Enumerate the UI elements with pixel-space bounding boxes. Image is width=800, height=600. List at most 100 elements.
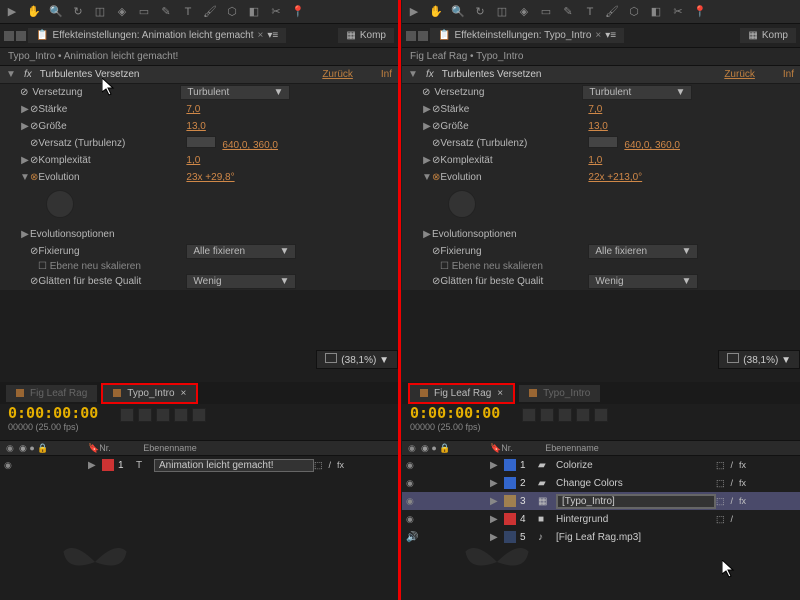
twirl-icon[interactable]: ▶ [20, 104, 30, 115]
close-icon[interactable]: × [497, 388, 503, 399]
timeline-tab-figleaf[interactable]: Fig Leaf Rag × [408, 383, 515, 404]
anchor-tool[interactable]: ◈ [516, 4, 532, 20]
label-color[interactable] [102, 459, 114, 471]
tl-icon[interactable] [558, 408, 572, 422]
twirl-icon[interactable]: ▶ [20, 121, 30, 132]
tl-icon[interactable] [138, 408, 152, 422]
close-icon[interactable]: × [258, 30, 264, 41]
stopwatch-icon[interactable]: ⊘ [30, 155, 38, 166]
stopwatch-icon[interactable]: ⊘ [422, 87, 430, 98]
zoom-tool[interactable]: 🔍 [450, 4, 466, 20]
fx-icon[interactable]: fx [426, 69, 434, 80]
stamp-tool[interactable]: ⬡ [224, 4, 240, 20]
effect-header[interactable]: ▼fx Turbulentes Versetzen Zurück Inf [402, 66, 800, 84]
timecode[interactable]: 0:00:00:00 [410, 404, 500, 422]
twirl-icon[interactable]: ▶ [88, 460, 102, 471]
roto-tool[interactable]: ✂ [268, 4, 284, 20]
versetzung-dropdown[interactable]: Turbulent▼ [180, 85, 290, 100]
label-color[interactable] [504, 459, 516, 471]
lock2-icon[interactable] [16, 31, 26, 41]
switch-icon[interactable]: ⬚ [716, 496, 725, 507]
label-color[interactable] [504, 495, 516, 507]
twirl-icon[interactable]: ▶ [20, 229, 30, 240]
komplex-value[interactable]: 1,0 [186, 155, 392, 166]
fixierung-dropdown[interactable]: Alle fixieren▼ [588, 244, 698, 259]
stopwatch-icon[interactable]: ⊘ [432, 246, 440, 257]
switch-icon[interactable]: ⬚ [716, 460, 725, 471]
stopwatch-icon[interactable]: ⊘ [30, 276, 38, 287]
fx-icon[interactable]: fx [24, 69, 32, 80]
stopwatch-icon[interactable]: ⊘ [432, 121, 440, 132]
hand-tool[interactable]: ✋ [428, 4, 444, 20]
anchor-tool[interactable]: ◈ [114, 4, 130, 20]
stopwatch-icon[interactable]: ⊘ [432, 104, 440, 115]
fixierung-dropdown[interactable]: Alle fixieren▼ [186, 244, 296, 259]
stopwatch-icon[interactable]: ⊘ [20, 87, 28, 98]
stopwatch-keyed-icon[interactable]: ⊗ [432, 172, 440, 183]
stamp-tool[interactable]: ⬡ [626, 4, 642, 20]
layer-name[interactable]: [Fig Leaf Rag.mp3] [556, 532, 716, 543]
stopwatch-icon[interactable]: ⊘ [432, 138, 440, 149]
timeline-tab-typo[interactable]: Typo_Intro × [101, 383, 198, 404]
camera-tool[interactable]: ◫ [92, 4, 108, 20]
switch-icon[interactable]: ⬚ [716, 514, 725, 525]
info-link[interactable]: Inf [783, 69, 794, 80]
close-icon[interactable]: × [595, 30, 601, 41]
layer-name[interactable]: Hintergrund [556, 514, 716, 525]
position-icon[interactable] [186, 136, 216, 148]
tl-icon[interactable] [120, 408, 134, 422]
switch-icon[interactable]: fx [337, 460, 344, 471]
stopwatch-icon[interactable]: ⊘ [30, 104, 38, 115]
tl-icon[interactable] [174, 408, 188, 422]
staerke-value[interactable]: 7,0 [588, 104, 794, 115]
layer-name[interactable]: Colorize [556, 460, 716, 471]
pen-tool[interactable]: ✎ [158, 4, 174, 20]
brush-tool[interactable]: 🖌 [202, 4, 218, 20]
groesse-value[interactable]: 13,0 [186, 121, 392, 132]
shape-tool[interactable]: ▭ [136, 4, 152, 20]
layer-row[interactable]: ▶1▰Colorize⬚/fx [402, 456, 800, 474]
versetzung-dropdown[interactable]: Turbulent▼ [582, 85, 692, 100]
audio-icon[interactable]: 🔊 [406, 532, 418, 543]
stopwatch-icon[interactable]: ⊘ [30, 246, 38, 257]
tab-effects[interactable]: 📋 Effekteinstellungen: Typo_Intro × ▾≡ [430, 28, 624, 43]
eraser-tool[interactable]: ◧ [648, 4, 664, 20]
layer-name[interactable]: Animation leicht gemacht! [154, 459, 314, 472]
info-link[interactable]: Inf [381, 69, 392, 80]
zoom-indicator[interactable]: (38,1%) ▼ [316, 350, 398, 369]
stopwatch-icon[interactable]: ⊘ [432, 276, 440, 287]
reset-link[interactable]: Zurück [322, 69, 353, 80]
rotate-tool[interactable]: ↻ [70, 4, 86, 20]
lock-icon[interactable] [4, 31, 14, 41]
evolution-dial[interactable] [402, 186, 522, 226]
timeline-tab-figleaf[interactable]: Fig Leaf Rag [6, 385, 97, 402]
tl-icon[interactable] [576, 408, 590, 422]
evolution-value[interactable]: 22x +213,0° [588, 172, 794, 183]
evolution-value[interactable]: 23x +29,8° [186, 172, 392, 183]
brush-tool[interactable]: 🖌 [604, 4, 620, 20]
eraser-tool[interactable]: ◧ [246, 4, 262, 20]
layer-row[interactable]: ▶3▦[Typo_Intro]⬚/fx [402, 492, 800, 510]
close-icon[interactable]: × [181, 388, 187, 399]
layer-row[interactable]: ▶4■Hintergrund⬚/ [402, 510, 800, 528]
visibility-icon[interactable] [406, 460, 416, 470]
puppet-tool[interactable]: 📍 [692, 4, 708, 20]
text-tool[interactable]: T [180, 4, 196, 20]
versatz-value[interactable]: 640,0, 360,0 [624, 140, 680, 151]
tl-icon[interactable] [594, 408, 608, 422]
text-tool[interactable]: T [582, 4, 598, 20]
stopwatch-icon[interactable]: ⊘ [30, 121, 38, 132]
tab-komp[interactable]: ▦ Komp [338, 28, 394, 43]
groesse-value[interactable]: 13,0 [588, 121, 794, 132]
camera-tool[interactable]: ◫ [494, 4, 510, 20]
staerke-value[interactable]: 7,0 [186, 104, 392, 115]
effect-header[interactable]: ▼ fx Turbulentes Versetzen Zurück Inf [0, 66, 398, 84]
tl-icon[interactable] [540, 408, 554, 422]
timecode[interactable]: 0:00:00:00 [8, 404, 98, 422]
twirl-icon[interactable]: ▼ [6, 69, 16, 80]
glaetten-dropdown[interactable]: Wenig▼ [186, 274, 296, 289]
switch-icon[interactable]: ⬚ [314, 460, 323, 471]
layer-name[interactable]: [Typo_Intro] [556, 494, 716, 509]
twirl-icon[interactable]: ▼ [20, 172, 30, 183]
switch-icon[interactable]: ⬚ [716, 478, 725, 489]
